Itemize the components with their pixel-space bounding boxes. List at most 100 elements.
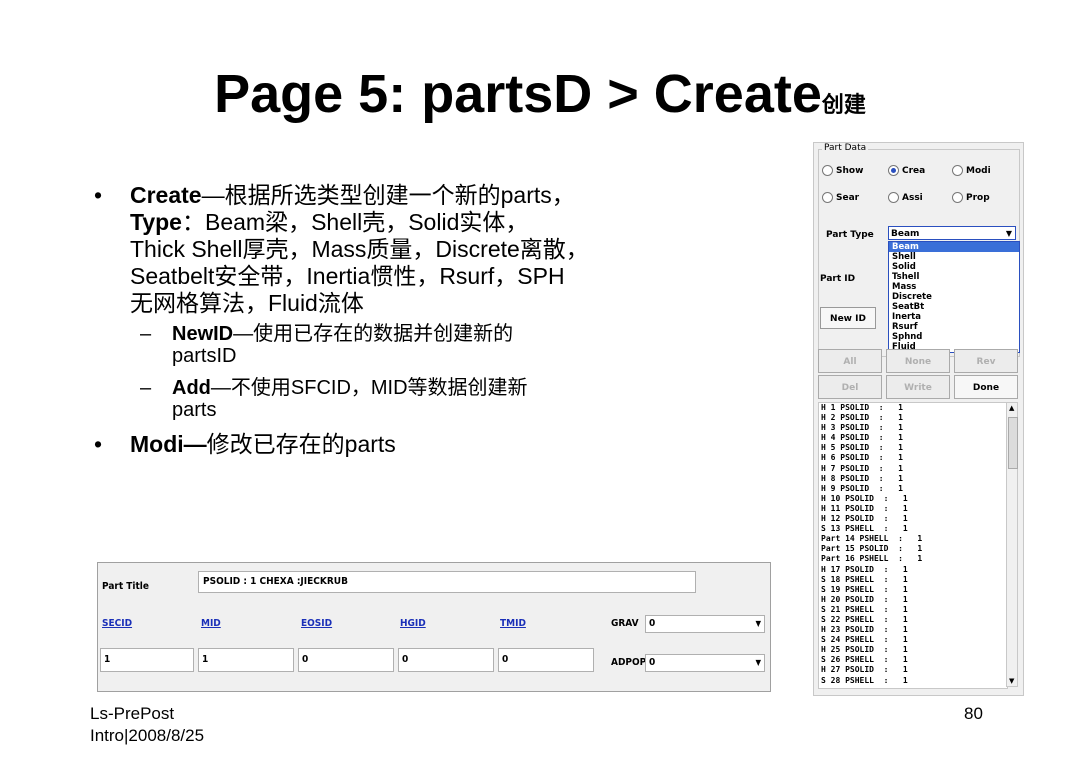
- part-list-item[interactable]: H 5 PSOLID : 1: [819, 443, 1007, 453]
- part-list-item[interactable]: H 27 PSOLID : 1: [819, 665, 1007, 675]
- part-list-item[interactable]: S 28 PSHELL : 1: [819, 676, 1007, 686]
- part-type-label: Part Type: [826, 230, 874, 240]
- hgid-field[interactable]: 0: [398, 648, 494, 672]
- part-list-item[interactable]: H 11 PSOLID : 1: [819, 504, 1007, 514]
- none-button[interactable]: None: [886, 349, 950, 373]
- type-option[interactable]: SeatBt: [889, 302, 1019, 312]
- grav-value: 0: [649, 618, 656, 629]
- type-option[interactable]: Solid: [889, 262, 1019, 272]
- footer-date: Intro|2008/8/25: [90, 726, 205, 745]
- part-list-item[interactable]: H 25 PSOLID : 1: [819, 645, 1007, 655]
- bullet-text: Thick Shell厚壳，Mass质量，Discrete离散，: [130, 236, 589, 262]
- bullet-modi: • Modi—修改已存在的parts: [90, 431, 690, 458]
- part-data-panel: Part Data Show Crea Modi Sear Assi Prop …: [813, 142, 1024, 696]
- type-option[interactable]: Tshell: [889, 272, 1019, 282]
- part-id-label: Part ID: [820, 274, 856, 284]
- part-list-item[interactable]: H 8 PSOLID : 1: [819, 474, 1007, 484]
- part-data-legend: Part Data: [822, 143, 869, 153]
- parts-list-scrollbar[interactable]: ▲ ▼: [1006, 402, 1018, 687]
- radio-label: Assi: [902, 192, 923, 203]
- type-option[interactable]: Discrete: [889, 292, 1019, 302]
- part-list-item[interactable]: H 4 PSOLID : 1: [819, 433, 1007, 443]
- type-option[interactable]: Sphnd: [889, 332, 1019, 342]
- bullet-lead: Modi—: [130, 431, 207, 457]
- bullet-text: —根据所选类型创建一个新的parts，: [201, 182, 575, 208]
- type-option[interactable]: Shell: [889, 252, 1019, 262]
- del-button[interactable]: Del: [818, 375, 882, 399]
- bullet-dash: –: [140, 323, 152, 345]
- type-option[interactable]: Inerta: [889, 312, 1019, 322]
- radio-circle-icon: [822, 165, 833, 176]
- eosid-field[interactable]: 0: [298, 648, 394, 672]
- part-list-item[interactable]: S 24 PSHELL : 1: [819, 635, 1007, 645]
- parts-list[interactable]: H 1 PSOLID : 1H 2 PSOLID : 1H 3 PSOLID :…: [818, 402, 1008, 689]
- hgid-link[interactable]: HGID: [400, 618, 426, 629]
- type-option[interactable]: Mass: [889, 282, 1019, 292]
- radio-sear[interactable]: Sear: [822, 192, 859, 203]
- scroll-down-icon[interactable]: ▼: [1009, 677, 1014, 685]
- bullet-dot: •: [94, 182, 103, 208]
- chevron-down-icon: ▼: [755, 619, 761, 628]
- type-option[interactable]: Beam: [889, 242, 1019, 252]
- title-main: Page 5: partsD > Create: [214, 64, 822, 124]
- part-list-item[interactable]: Part 15 PSOLID : 1: [819, 544, 1007, 554]
- chevron-down-icon: ▼: [1005, 229, 1012, 238]
- part-list-item[interactable]: H 17 PSOLID : 1: [819, 565, 1007, 575]
- bullet-text: partsID: [172, 345, 237, 367]
- radio-show[interactable]: Show: [822, 165, 863, 176]
- radio-circle-icon: [952, 165, 963, 176]
- new-id-button[interactable]: New ID: [820, 307, 876, 329]
- part-list-item[interactable]: H 7 PSOLID : 1: [819, 464, 1007, 474]
- secid-field[interactable]: 1: [100, 648, 194, 672]
- bullet-dash: –: [140, 377, 152, 399]
- tmid-link[interactable]: TMID: [500, 618, 526, 629]
- part-list-item[interactable]: H 2 PSOLID : 1: [819, 413, 1007, 423]
- part-list-item[interactable]: H 6 PSOLID : 1: [819, 453, 1007, 463]
- radio-assi[interactable]: Assi: [888, 192, 923, 203]
- sub-bullet-newid: – NewID—使用已存在的数据并创建新的 partsID: [90, 323, 690, 367]
- tmid-field[interactable]: 0: [498, 648, 594, 672]
- grav-select[interactable]: 0 ▼: [645, 615, 765, 633]
- radio-prop[interactable]: Prop: [952, 192, 990, 203]
- mid-link[interactable]: MID: [201, 618, 221, 629]
- scrollbar-thumb[interactable]: [1008, 417, 1018, 469]
- bullet-text: —使用已存在的数据并创建新的: [233, 323, 514, 345]
- radio-circle-icon: [822, 192, 833, 203]
- done-button[interactable]: Done: [954, 375, 1018, 399]
- radio-selected-icon: [888, 165, 899, 176]
- part-list-item[interactable]: Part 14 PSHELL : 1: [819, 534, 1007, 544]
- bullet-create: • Create—根据所选类型创建一个新的parts， Type：Beam梁，S…: [90, 182, 690, 317]
- radio-label: Show: [836, 165, 864, 176]
- scroll-up-icon[interactable]: ▲: [1009, 404, 1014, 412]
- part-list-item[interactable]: S 26 PSHELL : 1: [819, 655, 1007, 665]
- bullet-lead-type: Type: [130, 209, 182, 235]
- part-list-item[interactable]: S 13 PSHELL : 1: [819, 524, 1007, 534]
- part-list-item[interactable]: H 9 PSOLID : 1: [819, 484, 1007, 494]
- mid-field[interactable]: 1: [198, 648, 294, 672]
- part-type-select[interactable]: Beam ▼: [888, 226, 1016, 240]
- part-list-item[interactable]: S 19 PSHELL : 1: [819, 585, 1007, 595]
- write-button[interactable]: Write: [886, 375, 950, 399]
- page-title: Page 5: partsD > Create创建: [0, 62, 1080, 137]
- radio-crea[interactable]: Crea: [888, 165, 925, 176]
- part-list-item[interactable]: H 10 PSOLID : 1: [819, 494, 1007, 504]
- secid-link[interactable]: SECID: [102, 618, 132, 629]
- part-list-item[interactable]: S 21 PSHELL : 1: [819, 605, 1007, 615]
- part-list-item[interactable]: S 22 PSHELL : 1: [819, 615, 1007, 625]
- adpopt-select[interactable]: 0 ▼: [645, 654, 765, 672]
- eosid-link[interactable]: EOSID: [301, 618, 332, 629]
- rev-button[interactable]: Rev: [954, 349, 1018, 373]
- part-list-item[interactable]: H 23 PSOLID : 1: [819, 625, 1007, 635]
- type-option[interactable]: Rsurf: [889, 322, 1019, 332]
- radio-modi[interactable]: Modi: [952, 165, 991, 176]
- part-list-item[interactable]: H 3 PSOLID : 1: [819, 423, 1007, 433]
- part-title-input[interactable]: PSOLID : 1 CHEXA :JIECKRUB: [198, 571, 696, 593]
- part-list-item[interactable]: Part 16 PSHELL : 1: [819, 554, 1007, 564]
- part-list-item[interactable]: H 20 PSOLID : 1: [819, 595, 1007, 605]
- all-button[interactable]: All: [818, 349, 882, 373]
- adpopt-value: 0: [649, 657, 656, 668]
- part-list-item[interactable]: H 12 PSOLID : 1: [819, 514, 1007, 524]
- part-list-item[interactable]: H 1 PSOLID : 1: [819, 403, 1007, 413]
- part-list-item[interactable]: S 18 PSHELL : 1: [819, 575, 1007, 585]
- chevron-down-icon: ▼: [755, 658, 761, 667]
